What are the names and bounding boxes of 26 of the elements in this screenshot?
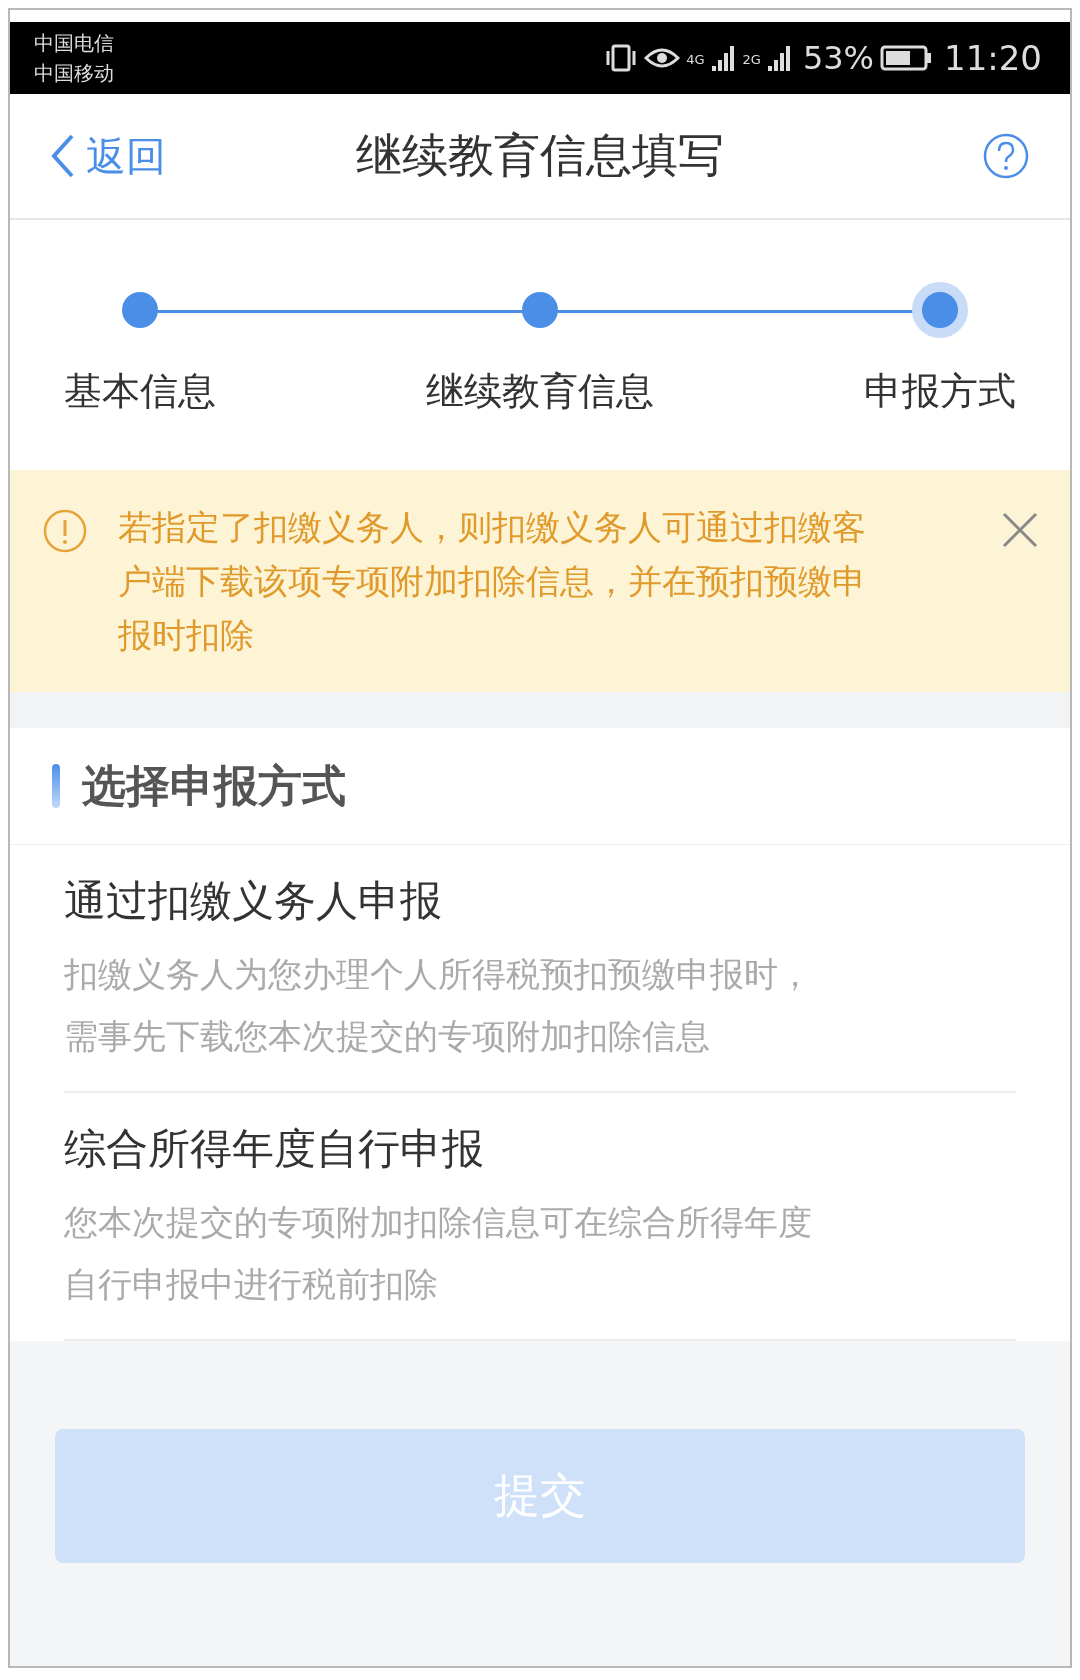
option-title: 通过扣缴义务人申报 <box>64 875 443 927</box>
section-title: 选择申报方式 <box>82 758 346 813</box>
vibrate-icon <box>604 43 639 73</box>
clock-time: 11:20 <box>944 38 1042 78</box>
option-description: 扣缴义务人为您办理个人所得税预扣预缴申报时，需事先下载您本次提交的专项附加扣除信息 <box>64 953 813 1058</box>
option-item[interactable]: 通过扣缴义务人申报 扣缴义务人为您办理个人所得税预扣预缴申报时，需事先下载您本次提交的专项附加扣除信息 <box>64 845 1016 1093</box>
signal-icon <box>710 44 737 72</box>
network-label: 4G <box>686 52 705 67</box>
battery-icon <box>880 45 932 71</box>
carrier-name: 中国电信 <box>34 30 114 57</box>
page-title: 继续教育信息填写 <box>356 127 724 184</box>
step-label: 申报方式 <box>864 368 1016 415</box>
notice-text: 若指定了扣缴义务人，则扣缴义务人可通过扣缴客户端下载该项专项附加扣除信息，并在预扣预缴申报时扣除 <box>118 506 867 657</box>
help-icon[interactable] <box>982 132 1030 180</box>
option-description: 您本次提交的专项附加扣除信息可在综合所得年度自行申报中进行税前扣除 <box>64 1201 813 1306</box>
step-label: 继续教育信息 <box>426 368 654 415</box>
close-icon[interactable] <box>1000 510 1040 550</box>
option-title: 综合所得年度自行申报 <box>64 1123 485 1175</box>
signal-icon <box>766 44 793 72</box>
warning-icon <box>42 508 88 554</box>
carrier-name: 中国移动 <box>34 60 114 87</box>
battery-percent: 53% <box>802 39 874 77</box>
network-label: 2G <box>742 52 761 67</box>
step-label: 基本信息 <box>64 368 216 415</box>
section-marker <box>52 764 60 808</box>
chevron-left-icon <box>50 133 76 179</box>
